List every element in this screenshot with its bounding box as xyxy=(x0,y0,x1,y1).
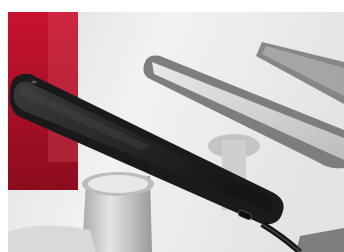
product-photo xyxy=(0,0,344,252)
